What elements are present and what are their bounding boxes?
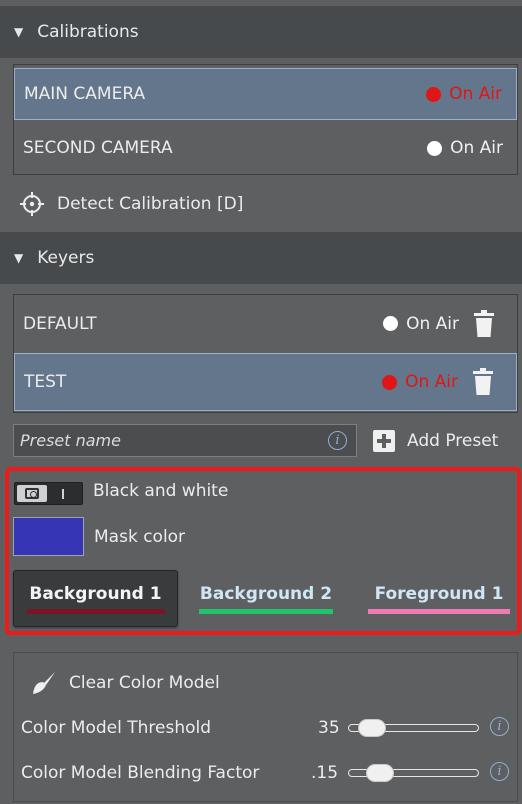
mask-color-swatch[interactable] bbox=[13, 517, 84, 556]
layer-tab-label: Background 2 bbox=[199, 583, 333, 604]
mask-color-label: Mask color bbox=[94, 527, 186, 547]
black-white-label: Black and white bbox=[93, 481, 229, 501]
keyers-section-header[interactable]: ▼ Keyers bbox=[0, 232, 522, 284]
brush-icon bbox=[33, 672, 55, 694]
on-air-toggle[interactable]: On Air bbox=[427, 138, 503, 158]
crosshair-icon bbox=[20, 192, 44, 216]
toggle-knob bbox=[17, 485, 47, 502]
threshold-value: 35 bbox=[318, 718, 340, 738]
toggle-on-mark bbox=[62, 489, 64, 499]
clear-color-model-button[interactable]: Clear Color Model bbox=[31, 665, 220, 701]
list-item-label: SECOND CAMERA bbox=[23, 138, 173, 158]
layer-tab-label: Foreground 1 bbox=[374, 583, 504, 604]
on-air-label: On Air bbox=[450, 138, 503, 158]
plus-icon bbox=[373, 429, 395, 452]
list-item-label: MAIN CAMERA bbox=[24, 84, 146, 104]
detect-calibration-button[interactable]: Detect Calibration [D] bbox=[19, 186, 243, 222]
list-item-main-camera[interactable]: MAIN CAMERA On Air bbox=[14, 68, 517, 120]
calibrations-title: Calibrations bbox=[37, 22, 139, 42]
blending-value: .15 bbox=[311, 763, 339, 783]
blending-label: Color Model Blending Factor bbox=[21, 763, 260, 783]
calibrations-list: MAIN CAMERA On Air SECOND CAMERA On Air bbox=[13, 64, 518, 175]
on-air-dot-icon bbox=[382, 374, 398, 390]
on-air-dot-icon bbox=[426, 86, 442, 102]
layer-tab-foreground-1[interactable]: Foreground 1 bbox=[366, 570, 512, 627]
calibrations-section-header[interactable]: ▼ Calibrations bbox=[0, 6, 522, 58]
black-white-toggle[interactable] bbox=[14, 482, 83, 505]
on-air-toggle[interactable]: On Air bbox=[383, 314, 459, 334]
on-air-toggle[interactable]: On Air bbox=[426, 84, 502, 104]
on-air-label: On Air bbox=[405, 372, 458, 392]
list-item-label: DEFAULT bbox=[23, 313, 97, 334]
on-air-dot-icon bbox=[427, 140, 443, 156]
add-preset-button[interactable]: Add Preset bbox=[373, 424, 498, 457]
trash-icon[interactable] bbox=[473, 309, 495, 338]
on-air-label: On Air bbox=[406, 313, 459, 334]
collapse-triangle-icon: ▼ bbox=[14, 251, 24, 265]
on-air-dot-icon bbox=[383, 316, 399, 331]
clear-color-model-label: Clear Color Model bbox=[69, 673, 220, 693]
layer-color-bar bbox=[368, 608, 510, 614]
list-item-second-camera[interactable]: SECOND CAMERA On Air bbox=[14, 122, 517, 174]
camera-icon bbox=[25, 488, 39, 499]
detect-calibration-label: Detect Calibration [D] bbox=[57, 194, 244, 214]
preset-name-input[interactable] bbox=[13, 424, 357, 457]
preset-info-icon[interactable]: i bbox=[328, 431, 347, 450]
layer-tab-background-2[interactable]: Background 2 bbox=[196, 570, 336, 627]
layer-tab-background-1[interactable]: Background 1 bbox=[13, 570, 178, 627]
layer-color-bar bbox=[199, 608, 333, 614]
on-air-label: On Air bbox=[449, 84, 502, 104]
threshold-info-icon[interactable]: i bbox=[490, 717, 509, 736]
layer-color-bar bbox=[26, 608, 165, 614]
on-air-toggle[interactable]: On Air bbox=[382, 372, 458, 392]
threshold-label: Color Model Threshold bbox=[21, 718, 212, 738]
blending-info-icon[interactable]: i bbox=[490, 762, 509, 781]
threshold-slider-handle[interactable] bbox=[358, 719, 386, 737]
list-item-default[interactable]: DEFAULT On Air bbox=[14, 296, 517, 351]
list-item-test[interactable]: TEST On Air bbox=[14, 353, 517, 411]
keyers-title: Keyers bbox=[37, 248, 95, 268]
trash-icon[interactable] bbox=[472, 368, 494, 396]
add-preset-label: Add Preset bbox=[407, 430, 499, 451]
blending-slider-handle[interactable] bbox=[366, 764, 394, 782]
keyers-list: DEFAULT On Air TEST On Air bbox=[13, 294, 518, 413]
collapse-triangle-icon: ▼ bbox=[14, 25, 24, 39]
layer-tab-label: Background 1 bbox=[29, 583, 162, 604]
list-item-label: TEST bbox=[24, 372, 67, 392]
